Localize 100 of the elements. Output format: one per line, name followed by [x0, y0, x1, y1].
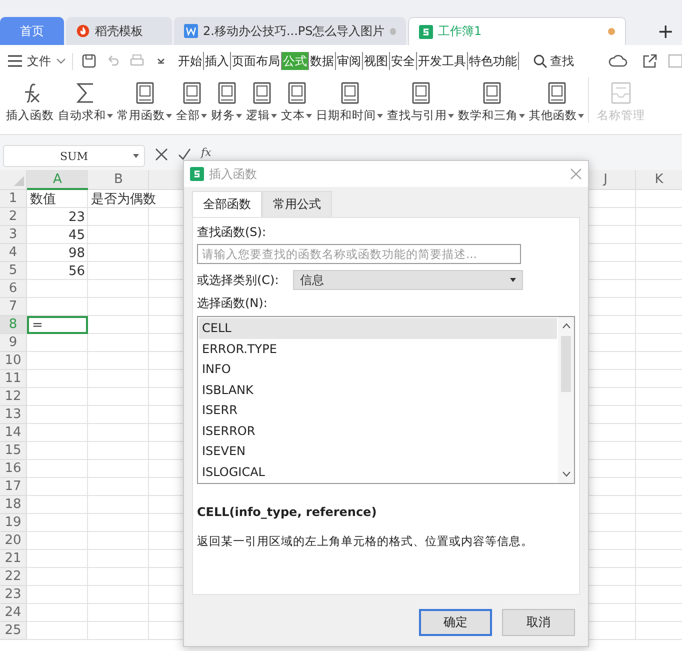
scrollbar[interactable]: [558, 317, 574, 483]
ribbon-button[interactable]: 查找与引用: [385, 77, 456, 123]
column-header[interactable]: B: [88, 170, 149, 189]
new-tab-button[interactable]: +: [649, 17, 682, 45]
dialog-tab[interactable]: 常用公式: [262, 191, 332, 217]
scroll-up-icon[interactable]: [562, 323, 570, 329]
row-header[interactable]: 17: [0, 478, 27, 496]
table-cell-text: 23: [67, 208, 86, 226]
category-dropdown[interactable]: 信息: [292, 270, 523, 290]
search-field[interactable]: 请输入您要查找的函数名称或函数功能的简要描述...: [197, 244, 521, 264]
cancel-icon[interactable]: [155, 148, 168, 161]
document-tab[interactable]: 2.移动办公技巧...PS怎么导入图片: [174, 17, 406, 45]
column-header[interactable]: K: [636, 170, 682, 189]
spreadsheet-icon: [419, 24, 433, 38]
ribbon-button[interactable]: 日期和时间: [314, 77, 385, 123]
function-item[interactable]: ISERROR: [199, 420, 557, 441]
row-header[interactable]: 22: [0, 568, 27, 586]
document-tab[interactable]: 稻壳模板: [66, 17, 172, 45]
row-header[interactable]: 23: [0, 586, 27, 604]
file-menu[interactable]: 文件: [8, 52, 73, 70]
scroll-thumb[interactable]: [560, 335, 572, 393]
category-label: 或选择类别(C):: [197, 272, 279, 288]
dialog-title: 插入函数: [209, 166, 257, 182]
row-header[interactable]: 18: [0, 496, 27, 514]
row-header[interactable]: 12: [0, 388, 27, 406]
table-cell-text: 98: [67, 244, 86, 262]
row-header[interactable]: 7: [0, 298, 27, 316]
caret-icon: [510, 278, 516, 282]
ok-button[interactable]: 确定: [419, 609, 492, 636]
spreadsheet-icon: [190, 167, 204, 181]
flame-icon: [76, 24, 90, 38]
row-header[interactable]: 3: [0, 226, 27, 244]
table-cell-text: 数值: [29, 191, 57, 208]
ribbon-tab[interactable]: 审阅: [336, 52, 363, 70]
ribbon-button[interactable]: 其他函数: [527, 77, 586, 123]
search-icon: [533, 54, 547, 68]
ribbon-tab[interactable]: 开发工具: [417, 52, 468, 70]
function-item[interactable]: CELL: [199, 318, 557, 338]
ribbon-tab[interactable]: 特色功能: [468, 52, 519, 70]
ribbon-button[interactable]: 全部: [174, 77, 209, 123]
cancel-button[interactable]: 取消: [502, 609, 575, 636]
table-cell-text: 45: [67, 226, 86, 244]
row-header[interactable]: 19: [0, 514, 27, 532]
tab-dot: [390, 28, 396, 34]
row-header[interactable]: 24: [0, 604, 27, 622]
function-item[interactable]: ISEVEN: [199, 441, 557, 462]
row-header[interactable]: 25: [0, 622, 27, 640]
ribbon-button[interactable]: 文本: [279, 77, 314, 123]
function-item[interactable]: ERROR.TYPE: [199, 338, 557, 359]
row-header[interactable]: 16: [0, 460, 27, 478]
dialog-tab[interactable]: 全部函数: [192, 191, 262, 217]
row-header[interactable]: 5: [0, 262, 27, 280]
check-icon[interactable]: [178, 148, 191, 161]
share-icon[interactable]: [642, 53, 658, 69]
table-cell-text: 56: [67, 262, 86, 280]
caret-icon: [133, 154, 139, 158]
ribbon-button[interactable]: 插入函数: [4, 77, 56, 123]
row-header[interactable]: 10: [0, 352, 27, 370]
row-header[interactable]: 11: [0, 370, 27, 388]
ribbon-button[interactable]: 自动求和: [56, 77, 115, 123]
ribbon-tab[interactable]: 安全: [390, 52, 417, 70]
function-item[interactable]: ISERR: [199, 400, 557, 420]
row-header[interactable]: 9: [0, 334, 27, 352]
chevron-icon: [56, 58, 66, 64]
ribbon-tab[interactable]: 插入: [204, 52, 231, 70]
function-signature: CELL(info_type, reference): [197, 505, 378, 519]
row-header[interactable]: 15: [0, 442, 27, 460]
close-icon[interactable]: [570, 168, 582, 180]
row-header[interactable]: 21: [0, 550, 27, 568]
row-header[interactable]: 13: [0, 406, 27, 424]
function-item[interactable]: INFO: [199, 359, 557, 380]
table-cell-text: 是否为偶数: [90, 191, 157, 208]
insert-function-button[interactable]: fx: [201, 146, 212, 159]
row-header[interactable]: 14: [0, 424, 27, 442]
function-description: 返回某一引用区域的左上角单元格的格式、位置或内容等信息。: [197, 534, 534, 549]
row-header[interactable]: 20: [0, 532, 27, 550]
ribbon-tab[interactable]: 开始: [177, 52, 204, 70]
scroll-down-icon[interactable]: [562, 471, 570, 477]
table-cell: =: [27, 316, 88, 334]
document-icon: [184, 24, 198, 38]
ribbon-button[interactable]: 常用函数: [115, 77, 174, 123]
ribbon-button[interactable]: 财务: [209, 77, 244, 123]
search-button[interactable]: 查找: [533, 52, 574, 70]
row-header[interactable]: 6: [0, 280, 27, 298]
row-header[interactable]: 1: [0, 190, 27, 208]
function-item[interactable]: ISLOGICAL: [199, 462, 557, 482]
ribbon-tab[interactable]: 视图: [363, 52, 390, 70]
cloud-icon[interactable]: [608, 53, 630, 69]
ribbon-button[interactable]: 数学和三角: [456, 77, 527, 123]
ribbon-tab[interactable]: 数据: [309, 52, 336, 70]
ribbon-button[interactable]: 逻辑: [244, 77, 279, 123]
list-label: 选择函数(N):: [197, 295, 268, 312]
unsaved-dot: [608, 28, 615, 35]
row-header[interactable]: 4: [0, 244, 27, 262]
row-header[interactable]: 2: [0, 208, 27, 226]
function-item[interactable]: ISBLANK: [199, 380, 557, 400]
save-icon[interactable]: [81, 53, 97, 69]
search-label: 查找函数(S):: [197, 224, 268, 241]
menu-icon: [8, 55, 22, 67]
name-box[interactable]: SUM: [3, 145, 145, 167]
